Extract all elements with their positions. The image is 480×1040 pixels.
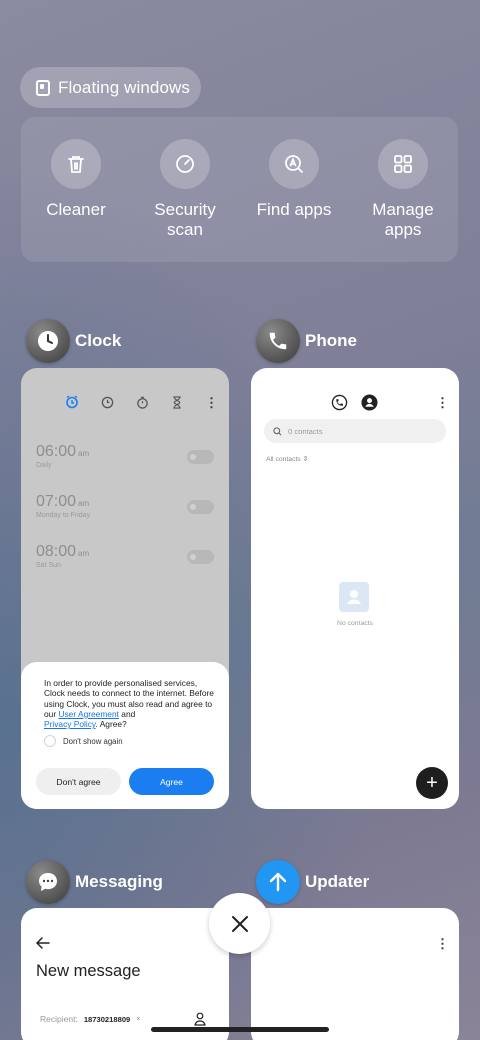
search-icon — [273, 426, 282, 435]
alarm-ampm: am — [78, 549, 90, 558]
back-arrow-icon[interactable] — [36, 937, 50, 949]
checkbox-label: Don't show again — [63, 736, 123, 746]
alarm-toggle[interactable] — [187, 550, 214, 564]
messaging-app-icon — [26, 860, 70, 904]
messaging-app-card[interactable]: New message Recipient: 18730218809 × — [21, 908, 229, 1040]
stopwatch-icon[interactable] — [136, 396, 149, 409]
contact-picker-icon[interactable] — [194, 1012, 206, 1026]
empty-contacts-icon — [339, 582, 369, 612]
agree-button[interactable]: Agree — [129, 768, 214, 795]
alarm-item[interactable]: 06:00 am Daily — [36, 443, 89, 469]
contacts-filter-dropdown[interactable]: All contacts ⇕ — [266, 455, 308, 463]
phone-app-icon — [256, 319, 300, 363]
clear-all-button[interactable] — [209, 893, 270, 954]
app-name: Clock — [75, 331, 122, 350]
calls-tab-icon[interactable] — [331, 394, 348, 411]
app-name: Phone — [305, 331, 357, 350]
recipient-label: Recipient: — [40, 1014, 78, 1024]
user-agreement-link[interactable]: User Agreement — [58, 709, 119, 719]
alarm-icon[interactable] — [65, 395, 79, 409]
floating-windows-button[interactable]: Floating windows — [20, 67, 201, 108]
more-options-icon[interactable]: ⋮ — [436, 395, 449, 411]
trash-icon — [51, 139, 101, 189]
alarm-time: 08:00 — [36, 543, 77, 560]
timer-icon[interactable] — [171, 395, 183, 409]
checkbox-circle — [44, 735, 56, 748]
gauge-icon — [160, 139, 210, 189]
alarm-item[interactable]: 07:00 am Monday to Friday — [36, 493, 90, 519]
tool-manage-apps[interactable]: Manage apps — [357, 139, 449, 262]
app-header-clock[interactable]: Clock — [26, 319, 121, 363]
alarm-repeat: Sat Sun — [36, 562, 61, 569]
floating-windows-label: Floating windows — [58, 77, 190, 97]
remove-chip-icon[interactable]: × — [136, 1016, 140, 1023]
alarm-toggle[interactable] — [187, 450, 214, 464]
alarm-ampm: am — [78, 449, 90, 458]
tool-label: Cleaner — [46, 200, 106, 219]
recipient-field[interactable]: Recipient: 18730218809 × — [40, 1014, 140, 1024]
alarm-ampm: am — [78, 499, 90, 508]
app-name: Updater — [305, 872, 370, 891]
updater-app-card[interactable]: ⋮ — [251, 908, 459, 1040]
phone-tabs — [331, 394, 378, 411]
dont-show-again-checkbox[interactable]: Don't show again — [44, 735, 214, 748]
alarm-repeat: Monday to Friday — [36, 512, 91, 519]
search-apps-icon — [269, 139, 319, 189]
contacts-tab-icon[interactable] — [361, 394, 378, 411]
alarm-item[interactable]: 08:00 am Sat Sun — [36, 543, 89, 569]
clock-app-icon — [26, 319, 70, 363]
privacy-policy-link[interactable]: Privacy Policy — [44, 719, 96, 729]
alarm-time: 07:00 — [36, 493, 77, 510]
clock-toolbar: ⋮ — [65, 395, 218, 409]
floating-window-icon — [36, 79, 50, 96]
clock-app-card[interactable]: ⋮ 06:00 am Daily 07:00 am Monday to Friday… — [21, 368, 229, 809]
add-contact-button[interactable]: + — [416, 767, 448, 799]
empty-contacts-text: No contacts — [337, 620, 373, 627]
internet-permission-dialog: In order to provide personalised service… — [21, 662, 229, 809]
search-placeholder: 0 contacts — [288, 426, 323, 436]
more-options-icon[interactable]: ⋮ — [436, 936, 449, 952]
quick-tools-panel: Cleaner Security scan Find apps Manage a… — [21, 117, 458, 262]
dialog-text: In order to provide personalised service… — [44, 678, 214, 730]
world-clock-icon[interactable] — [101, 396, 114, 409]
alarm-toggle[interactable] — [187, 500, 214, 514]
new-message-title: New message — [36, 962, 141, 980]
contacts-search-input[interactable]: 0 contacts — [264, 419, 446, 443]
app-header-updater[interactable]: Updater — [256, 860, 369, 904]
phone-app-card[interactable]: ⋮ 0 contacts All contacts ⇕ No contacts … — [251, 368, 459, 809]
tool-label: Find apps — [256, 200, 332, 219]
app-header-messaging[interactable]: Messaging — [26, 860, 163, 904]
alarm-repeat: Daily — [36, 462, 52, 469]
tool-label: Manage apps — [372, 200, 434, 239]
tool-cleaner[interactable]: Cleaner — [30, 139, 122, 262]
grid-icon — [378, 139, 428, 189]
tool-label: Security scan — [154, 200, 216, 239]
app-header-phone[interactable]: Phone — [256, 319, 357, 363]
alarm-time: 06:00 — [36, 443, 77, 460]
app-name: Messaging — [75, 872, 163, 891]
tool-security-scan[interactable]: Security scan — [139, 139, 231, 262]
tool-find-apps[interactable]: Find apps — [248, 139, 340, 262]
recipient-chip[interactable]: 18730218809 — [84, 1015, 130, 1024]
home-indicator[interactable] — [151, 1027, 329, 1032]
updater-app-icon — [256, 860, 300, 904]
dont-agree-button[interactable]: Don't agree — [36, 768, 121, 795]
close-icon — [231, 915, 248, 932]
sort-icon: ⇕ — [302, 456, 309, 463]
more-options-icon[interactable]: ⋮ — [205, 396, 218, 409]
